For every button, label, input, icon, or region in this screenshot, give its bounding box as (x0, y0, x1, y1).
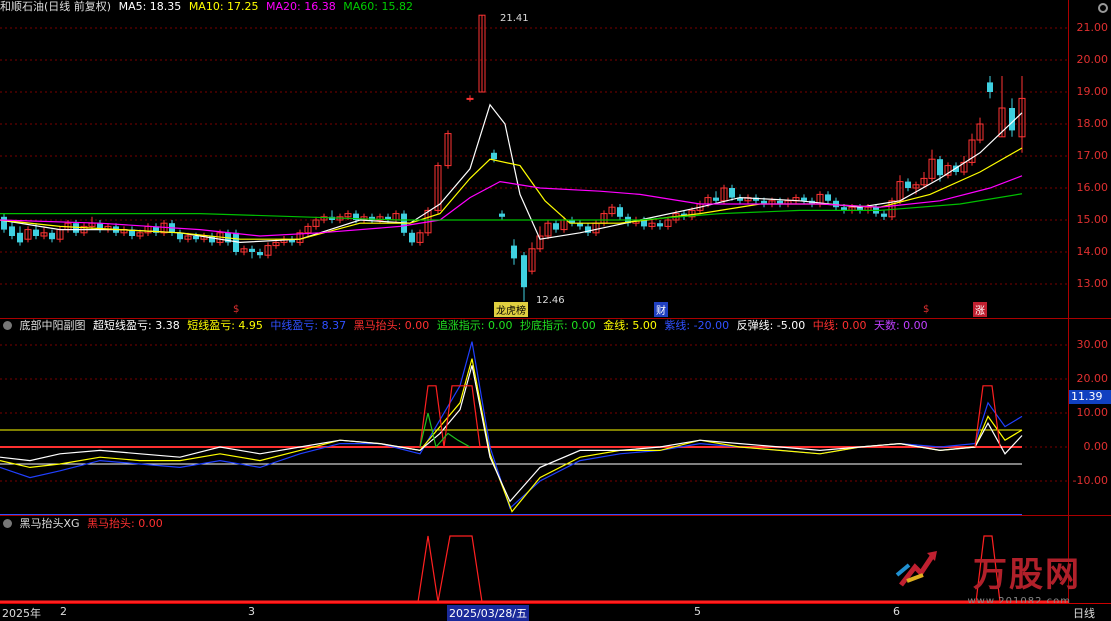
tag-limit-up[interactable]: 涨 (973, 302, 987, 317)
candle-body (249, 248, 255, 252)
candle-body (193, 236, 199, 240)
low-price-label: 12.46 (536, 295, 565, 306)
indicator-tick: 30.00 (1076, 338, 1109, 351)
indicator-tick: -10.00 (1072, 474, 1108, 487)
candle-body (73, 223, 79, 233)
short-pl-line (0, 358, 1023, 513)
candle-body (657, 223, 663, 227)
candle-body (881, 213, 887, 217)
price-tick: 20.00 (1076, 53, 1109, 66)
candle-body (729, 188, 735, 198)
candle-body (801, 197, 807, 201)
dividend-marker-1[interactable]: $ (231, 304, 241, 315)
indicator-tick: 10.00 (1076, 406, 1109, 419)
indicator-tick: 20.00 (1076, 372, 1109, 385)
candle-body (17, 232, 23, 243)
candle-body (553, 223, 559, 230)
indicator-current-value: 11.39 (1069, 390, 1111, 404)
ma10-line (0, 147, 1023, 240)
candle-body (177, 232, 183, 240)
indicator-tick: 0.00 (1083, 440, 1109, 453)
candle-body (713, 197, 719, 201)
price-tick: 21.00 (1076, 21, 1109, 34)
tag-dragon-tiger[interactable]: 龙虎榜 (494, 302, 528, 317)
candle-body (9, 226, 15, 236)
watermark-text: 万股网 (973, 555, 1081, 595)
price-tick: 16.00 (1076, 181, 1109, 194)
candle-body (257, 252, 263, 256)
candle-body (825, 194, 831, 201)
date-jun: 6 (893, 605, 900, 618)
signal-pulse-1 (417, 535, 483, 603)
candle-body (1, 216, 7, 230)
candle-body (49, 232, 55, 240)
indicator-chart-svg[interactable] (0, 319, 1068, 515)
candle-body (499, 213, 505, 217)
date-axis[interactable]: 2025年 2 3 2025/03/28/五 5 6 日线 (0, 603, 1111, 621)
price-tick: 15.00 (1076, 213, 1109, 226)
ma5-line (0, 103, 1023, 244)
candle-body (511, 245, 517, 259)
candle-body (987, 82, 993, 92)
indicator-panel[interactable]: 底部中阳副图 超短线盈亏: 3.38 短线盈亏: 4.95 中线盈亏: 8.37… (0, 319, 1068, 515)
price-tick: 18.00 (1076, 117, 1109, 130)
candle-body (905, 181, 911, 188)
price-tick: 17.00 (1076, 149, 1109, 162)
price-axis-gear-icon[interactable] (1097, 2, 1109, 14)
indicator-axis: 30.00 20.00 10.00 0.00 -10.00 11.39 (1068, 319, 1111, 515)
high-price-label: 21.41 (500, 13, 529, 24)
date-cursor: 2025/03/28/五 (447, 605, 530, 621)
candle-body (937, 159, 943, 176)
price-tick: 19.00 (1076, 85, 1109, 98)
period-label[interactable]: 日线 (1073, 605, 1095, 621)
candle-body (521, 255, 527, 288)
candle-body (491, 152, 497, 160)
candle-body (33, 229, 39, 236)
price-axis: 21.00 20.00 19.00 18.00 17.00 16.00 15.00 14.00… (1068, 0, 1111, 318)
price-tick: 14.00 (1076, 245, 1109, 258)
bull-arrow-icon (895, 551, 937, 587)
date-feb: 2 (60, 605, 67, 618)
candle-body (1009, 108, 1015, 131)
mid-pl-line (0, 341, 1023, 510)
tag-finance[interactable]: 财 (654, 302, 668, 317)
date-year: 2025年 (2, 607, 41, 620)
date-may: 5 (694, 605, 701, 618)
candle-body (617, 207, 623, 217)
price-tick: 13.00 (1076, 277, 1109, 290)
candle-body (409, 232, 415, 243)
price-chart-svg[interactable] (0, 0, 1068, 318)
candle-body (466, 97, 474, 100)
price-chart-panel[interactable]: 和顺石油(日线 前复权) MA5: 18.35 MA10: 17.25 MA20… (0, 0, 1068, 318)
dividend-marker-2[interactable]: $ (921, 304, 931, 315)
date-mar: 3 (248, 605, 255, 618)
